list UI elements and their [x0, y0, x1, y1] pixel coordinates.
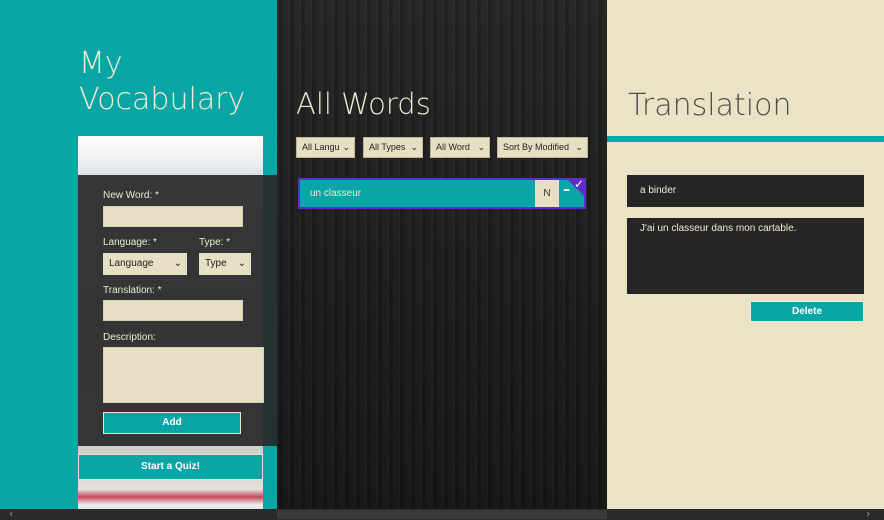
sort-select[interactable]: Sort By Modified ⌄ — [497, 137, 588, 158]
delete-button[interactable]: Delete — [750, 301, 864, 322]
scroll-left-arrow-icon[interactable]: ‹ — [9, 507, 13, 520]
new-word-input[interactable] — [103, 206, 243, 227]
language-select-value: Language — [109, 258, 154, 269]
horizontal-scrollbar[interactable]: ‹ › — [0, 507, 884, 520]
translation-value-text: a binder — [640, 185, 677, 196]
translation-value-box: a binder — [627, 175, 864, 207]
word-text: un classeur — [310, 188, 362, 199]
start-quiz-button[interactable]: Start a Quiz! — [78, 454, 263, 480]
filter-language-value: All Langu — [302, 142, 340, 152]
new-word-label: New Word: * — [103, 190, 159, 201]
description-value-box: J'ai un classeur dans mon cartable. — [627, 218, 864, 294]
translation-column: Translation a binder J'ai un classeur da… — [607, 0, 884, 520]
language-select[interactable]: Language ⌄ — [103, 253, 187, 275]
translation-label: Translation: * — [103, 285, 162, 296]
title-divider — [607, 136, 884, 142]
scroll-right-arrow-icon[interactable]: › — [866, 507, 870, 520]
description-value-text: J'ai un classeur dans mon cartable. — [640, 223, 797, 234]
check-icon: ✓ — [573, 177, 584, 191]
chevron-down-icon: ⌄ — [173, 258, 182, 269]
filter-type-select[interactable]: All Types ⌄ — [363, 137, 423, 158]
chevron-down-icon: ⌄ — [237, 258, 246, 269]
language-label: Language: * — [103, 237, 157, 248]
type-select[interactable]: Type ⌄ — [199, 253, 251, 275]
chevron-down-icon: ⌄ — [408, 138, 418, 157]
app-title-line1: My — [79, 46, 123, 81]
filter-language-select[interactable]: All Langu ⌄ — [296, 137, 355, 158]
translation-title: Translation — [628, 88, 792, 123]
chevron-down-icon: ⌄ — [340, 138, 350, 157]
all-words-title: All Words — [296, 87, 431, 121]
app-title-line2: Vocabulary — [79, 82, 246, 117]
translation-input[interactable] — [103, 300, 243, 321]
description-textarea[interactable] — [103, 347, 264, 403]
type-label: Type: * — [199, 237, 231, 248]
vocabulary-add-column: My Vocabulary New Word: * Language: * La… — [0, 0, 277, 520]
filter-words-value: All Word — [436, 142, 470, 152]
chevron-down-icon: ⌄ — [475, 138, 485, 157]
description-label: Description: — [103, 332, 156, 343]
filter-words-select[interactable]: All Word ⌄ — [430, 137, 490, 158]
chevron-down-icon: ⌄ — [573, 138, 583, 157]
scrollbar-thumb[interactable] — [277, 510, 607, 519]
add-word-form: New Word: * Language: * Language ⌄ Type:… — [78, 175, 277, 446]
sort-select-value: Sort By Modified — [503, 142, 570, 152]
add-button[interactable]: Add — [103, 412, 241, 434]
all-words-column: All Words All Langu ⌄ All Types ⌄ All Wo… — [277, 0, 607, 520]
filter-type-value: All Types — [369, 142, 406, 152]
word-list-item[interactable]: un classeur N – ✓ — [298, 177, 586, 209]
app-title: My Vocabulary — [79, 46, 245, 118]
type-select-value: Type — [205, 258, 227, 269]
word-type-badge: N — [535, 180, 559, 207]
